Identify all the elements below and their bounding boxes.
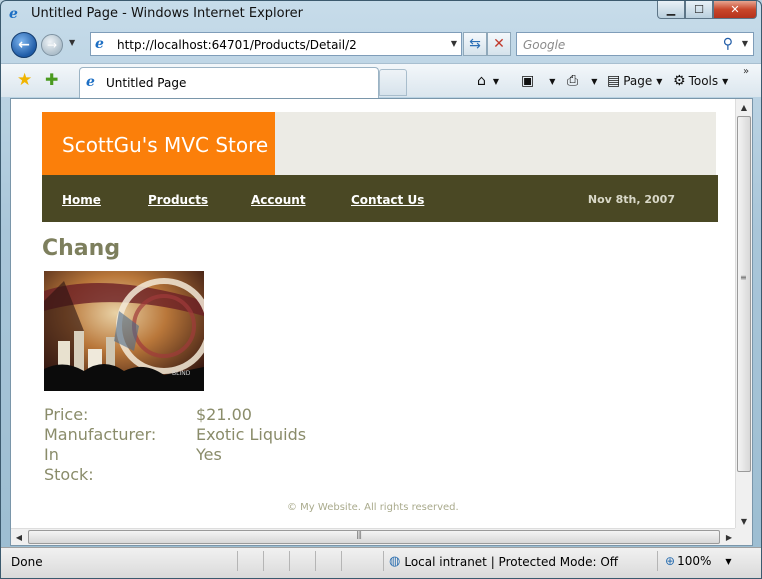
scroll-down-icon[interactable]: ▼ [736,513,752,529]
back-button[interactable]: ← [11,32,37,58]
forward-arrow-icon: → [46,38,58,52]
price-label: Price: [44,405,89,424]
scrollbar-corner [735,528,752,545]
address-dropdown-icon[interactable]: ▼ [451,39,457,48]
zoom-level: 100% [677,554,712,568]
recent-pages-dropdown[interactable]: ▼ [69,38,75,47]
tools-menu-button[interactable]: ⚙ Tools ▼ [673,73,728,89]
maximize-button[interactable]: ☐ [685,1,713,19]
title-bar: e Untitled Page - Windows Internet Explo… [1,1,761,27]
search-box[interactable]: Google ⚲ ▼ [516,32,754,56]
site-header: ScottGu's MVC Store [42,112,716,175]
status-divider [263,551,264,571]
page-menu-button[interactable]: ▤ Page ▼ [607,73,662,89]
logo-block: ScottGu's MVC Store [42,112,275,175]
toolbar-overflow-chevron-icon[interactable]: » [743,66,749,77]
site-footer: © My Website. All rights reserved. [287,502,459,513]
horizontal-scrollbar[interactable]: ◀ ||| ▶ [11,528,737,545]
status-text: Done [11,555,43,569]
minimize-button[interactable]: ▁ [657,1,685,19]
status-divider [289,551,290,571]
product-title: Chang [42,236,121,261]
status-divider [657,551,658,571]
new-tab-button[interactable] [379,69,407,96]
page-menu-label: Page [623,74,653,88]
feeds-icon: ▣ [521,73,535,89]
status-divider [383,551,384,571]
product-image: BLIND [44,271,204,391]
nav-account-link[interactable]: Account [251,193,306,207]
vertical-scroll-thumb[interactable] [737,116,751,472]
home-button[interactable]: ⌂ ▼ [477,73,499,89]
window-title: Untitled Page - Windows Internet Explore… [31,6,304,21]
manufacturer-value: Exotic Liquids [196,425,307,444]
tools-dropdown-icon: ▼ [722,76,729,86]
close-button[interactable]: ✕ [713,1,757,19]
search-icon[interactable]: ⚲ [723,36,733,52]
scroll-up-icon[interactable]: ▲ [736,99,752,115]
browser-window: e Untitled Page - Windows Internet Explo… [0,0,762,579]
page-dropdown-icon: ▼ [656,76,663,86]
zone-text: Local intranet | Protected Mode: Off [404,554,619,569]
image-caption: BLIND [172,370,191,377]
navigation-bar: ← → ▼ e http://localhost:64701/Products/… [1,28,761,62]
refresh-icon: ⇆ [469,36,481,52]
forward-button[interactable]: → [41,34,63,56]
ie-logo-icon: e [9,6,18,22]
add-favorites-icon[interactable]: ✚ [45,70,58,89]
page-icon: ▤ [607,73,621,89]
zoom-control[interactable]: ⊕ 100% ▼ [665,554,732,568]
price-value: $21.00 [196,405,252,424]
tab-favicon-icon: e [86,74,95,90]
page-favicon-icon: e [95,36,104,52]
status-bar: Done ◍ Local intranet | Protected Mode: … [1,547,761,578]
tools-gear-icon: ⚙ [673,73,686,89]
zoom-icon: ⊕ [665,554,676,568]
nav-home-link[interactable]: Home [62,193,101,207]
vertical-scrollbar[interactable]: ▲ ≡ ▼ [735,99,752,529]
address-url[interactable]: http://localhost:64701/Products/Detail/2 [117,38,357,52]
feeds-dropdown-icon[interactable]: ▼ [549,77,555,86]
stop-icon: ✕ [493,36,505,52]
stock-value: Yes [196,445,222,464]
tools-menu-label: Tools [688,74,719,88]
back-arrow-icon: ← [18,37,30,53]
status-divider [237,551,238,571]
site-logo: ScottGu's MVC Store [62,133,269,157]
site-menu: Home Products Account Contact Us Nov 8th… [42,175,718,222]
caption-buttons: ▁ ☐ ✕ [657,1,757,21]
tab-untitled-page[interactable]: e Untitled Page [79,67,379,98]
status-divider [341,551,342,571]
print-button[interactable]: ⎙ ▼ [567,73,597,89]
address-bar[interactable]: e http://localhost:64701/Products/Detail… [90,32,462,56]
tab-command-bar: ★ ✚ e Untitled Page ⌂ ▼ ▣ ▼ ⎙ ▼ ▤ Page ▼ ⚙ Too… [1,63,761,98]
product-artwork: BLIND [44,271,204,391]
site-date: Nov 8th, 2007 [587,193,675,206]
print-icon: ⎙ [567,73,579,89]
horizontal-scroll-thumb[interactable] [28,530,720,544]
home-icon: ⌂ [477,73,486,89]
status-divider [315,551,316,571]
nav-contact-link[interactable]: Contact Us [351,193,424,207]
print-dropdown-icon[interactable]: ▼ [591,77,597,86]
stop-button[interactable]: ✕ [487,32,511,56]
globe-zone-icon: ◍ [389,554,401,569]
search-placeholder[interactable]: Google [523,38,565,52]
stock-label: In Stock: [44,445,94,484]
tab-label: Untitled Page [106,76,187,90]
zoom-dropdown-icon[interactable]: ▼ [725,557,731,566]
feeds-button[interactable]: ▣ ▼ [521,73,555,89]
favorites-star-icon[interactable]: ★ [17,70,32,90]
scroll-left-icon[interactable]: ◀ [11,529,27,545]
page-viewport: ScottGu's MVC Store Home Products Accoun… [10,98,753,546]
security-zone[interactable]: ◍ Local intranet | Protected Mode: Off [389,554,618,569]
manufacturer-label: Manufacturer: [44,425,157,444]
nav-products-link[interactable]: Products [148,193,208,207]
horizontal-grip-icon: ||| [356,530,362,539]
search-options-dropdown[interactable]: ▼ [742,39,748,48]
vertical-grip-icon: ≡ [740,273,747,282]
refresh-button[interactable]: ⇆ [463,32,487,56]
home-dropdown-icon[interactable]: ▼ [493,77,499,86]
